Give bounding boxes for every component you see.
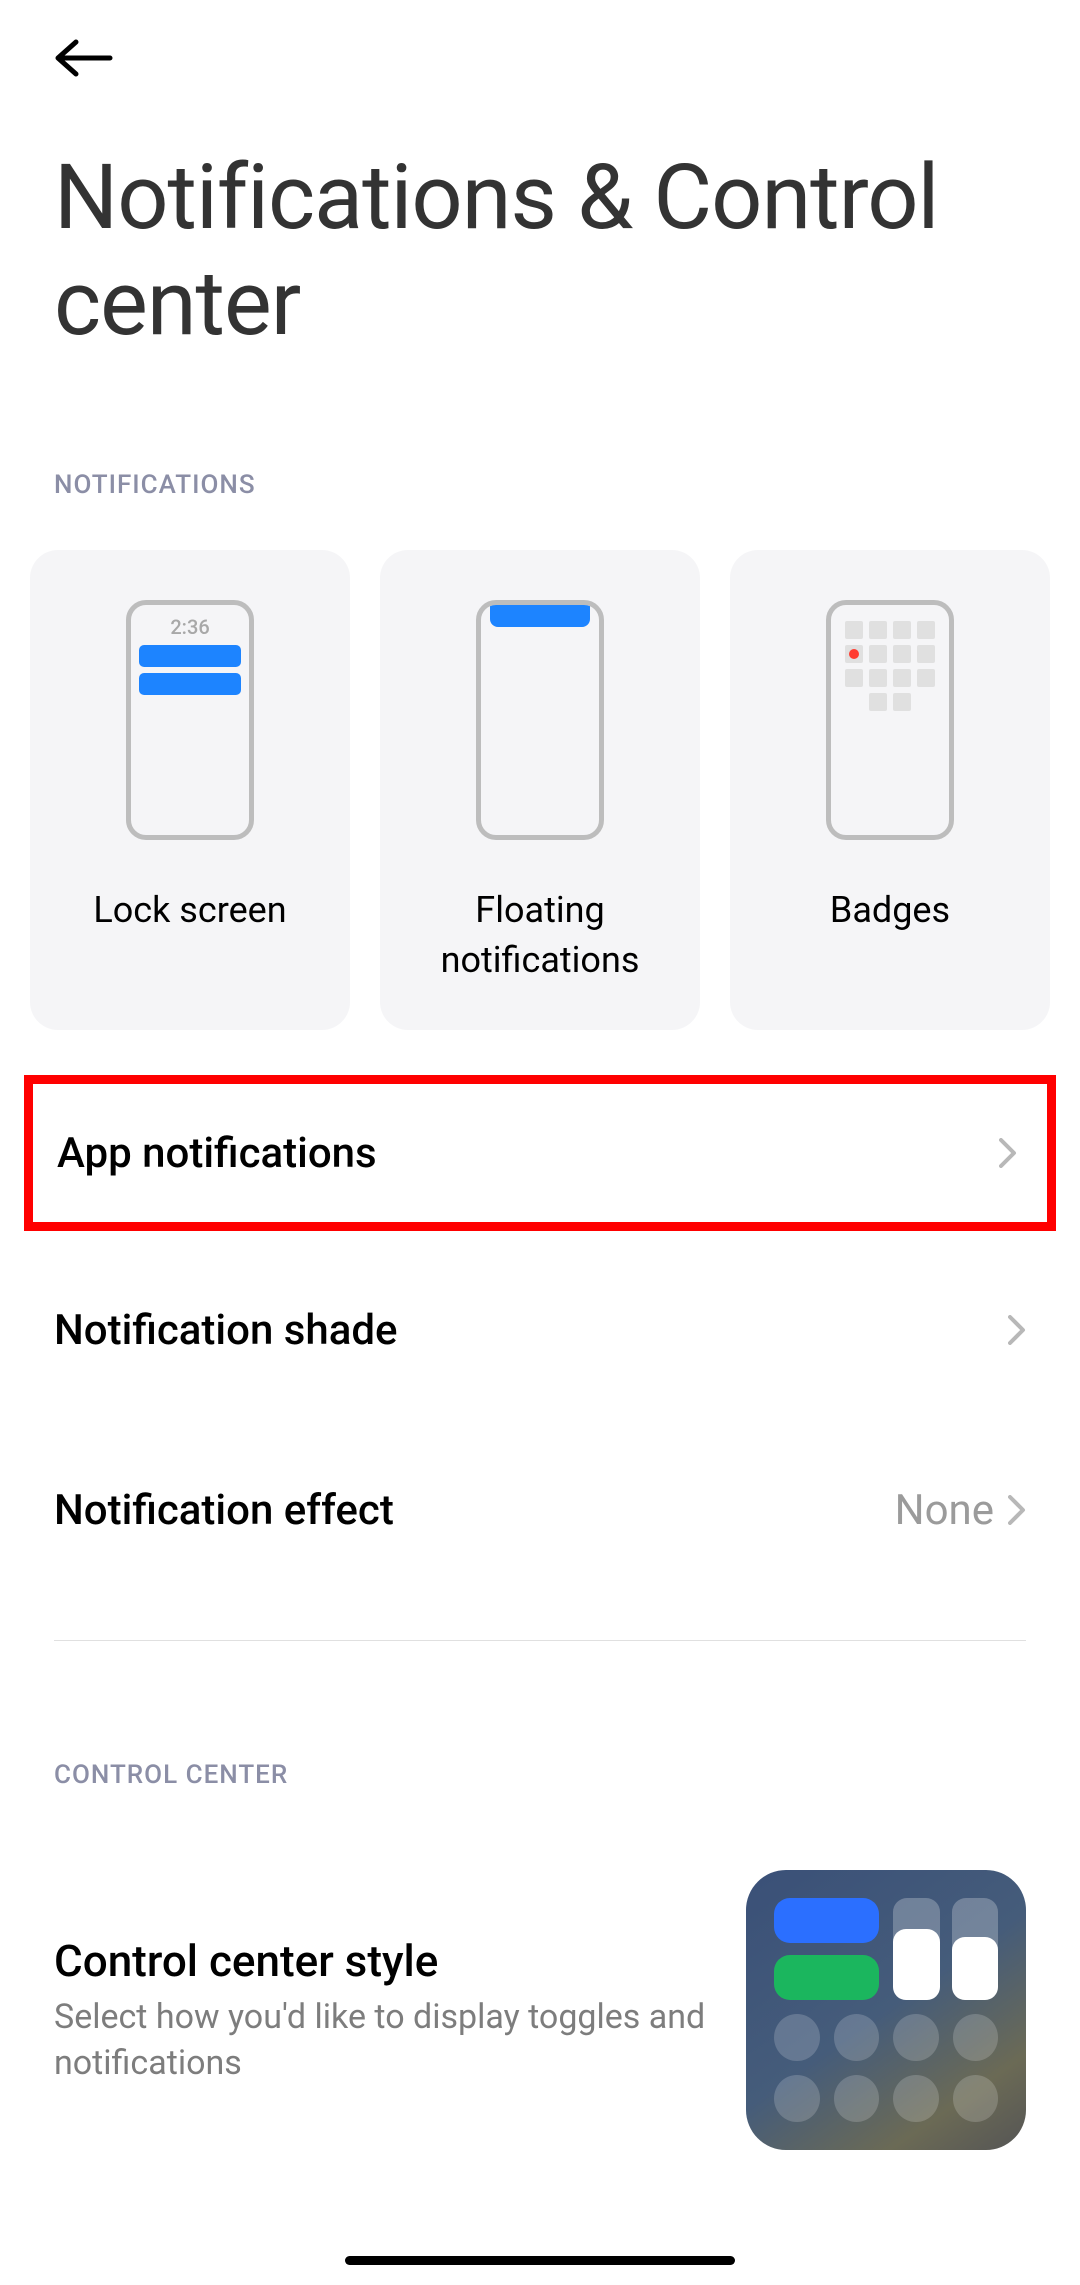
row-value: None bbox=[895, 1486, 994, 1535]
cc-style-subtitle: Select how you'd like to display toggles… bbox=[54, 1995, 706, 2087]
row-label: Notification shade bbox=[54, 1306, 398, 1355]
section-divider bbox=[54, 1640, 1026, 1641]
back-button[interactable] bbox=[54, 38, 114, 78]
row-notification-shade[interactable]: Notification shade bbox=[54, 1300, 1026, 1360]
card-label: Lock screen bbox=[83, 885, 296, 935]
arrow-left-icon bbox=[54, 38, 114, 78]
cc-style-title: Control center style bbox=[54, 1934, 706, 1989]
card-badges[interactable]: Badges bbox=[730, 550, 1050, 1030]
card-label: Badges bbox=[820, 885, 960, 935]
chevron-right-icon bbox=[999, 1138, 1017, 1168]
floating-mock-icon bbox=[476, 600, 604, 840]
badges-mock-icon bbox=[826, 600, 954, 840]
notifications-section-header: Notifications bbox=[54, 470, 256, 500]
chevron-right-icon bbox=[1008, 1495, 1026, 1525]
lock-screen-mock-icon: 2:36 bbox=[126, 600, 254, 840]
chevron-right-icon bbox=[1008, 1315, 1026, 1345]
home-indicator[interactable] bbox=[345, 2256, 735, 2265]
row-label: Notification effect bbox=[54, 1486, 394, 1535]
row-notification-effect[interactable]: Notification effect None bbox=[54, 1480, 1026, 1540]
mock-time: 2:36 bbox=[170, 615, 209, 639]
cards-row: 2:36 Lock screen Floating notifications … bbox=[30, 550, 1050, 1030]
row-control-center-style[interactable]: Control center style Select how you'd li… bbox=[54, 1870, 1026, 2150]
card-label: Floating notifications bbox=[380, 885, 700, 986]
row-label: App notifications bbox=[57, 1129, 377, 1178]
page-title: Notifications & Control center bbox=[54, 145, 1040, 357]
control-center-thumbnail-icon bbox=[746, 1870, 1026, 2150]
card-floating-notifications[interactable]: Floating notifications bbox=[380, 550, 700, 1030]
row-app-notifications[interactable]: App notifications bbox=[24, 1075, 1056, 1231]
control-center-section-header: Control Center bbox=[54, 1760, 288, 1790]
card-lock-screen[interactable]: 2:36 Lock screen bbox=[30, 550, 350, 1030]
